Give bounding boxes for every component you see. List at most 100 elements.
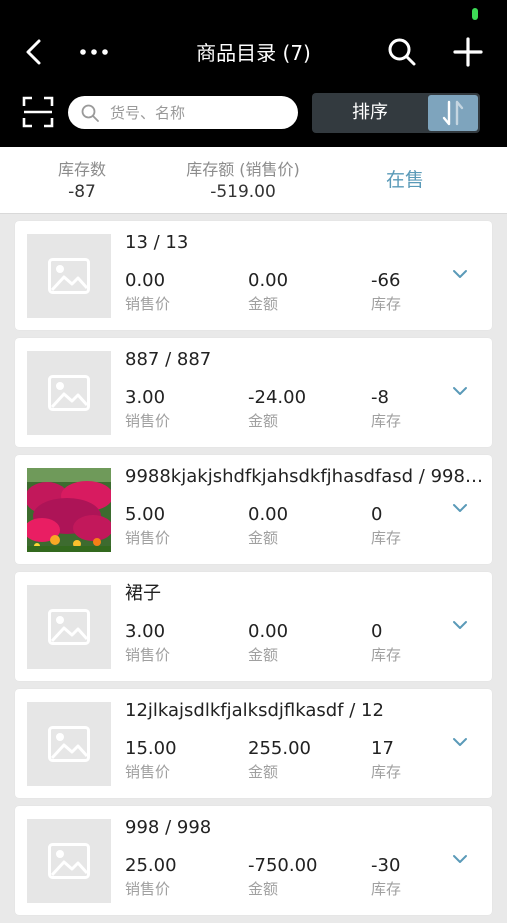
header-bar: 商品目录 (7) 排序 [0, 0, 507, 147]
image-placeholder-icon [48, 375, 90, 411]
sort-label[interactable]: 排序 [312, 93, 428, 133]
back-button[interactable] [14, 34, 54, 70]
chevron-down-icon[interactable] [451, 618, 469, 632]
amount-value: -24.00 [248, 387, 307, 408]
amount-label: 金额 [248, 646, 279, 664]
sale-price-value: 3.00 [125, 387, 166, 408]
amount: 0.00 金额 [248, 620, 288, 666]
stock-value: -66 [371, 270, 401, 291]
sort-arrows-icon [442, 100, 464, 126]
sale-price: 5.00 销售价 [125, 503, 170, 549]
plus-icon [453, 37, 483, 67]
amount-label: 金额 [248, 880, 279, 898]
stock-amount-value: -519.00 [210, 182, 276, 202]
stock: 0 库存 [371, 620, 401, 666]
product-thumbnail-placeholder [27, 351, 111, 435]
stock-label: 库存 [371, 529, 402, 547]
stock-label: 库存 [371, 880, 402, 898]
scan-icon [22, 96, 54, 128]
product-thumbnail-placeholder [27, 585, 111, 669]
stock-value: -8 [371, 387, 389, 408]
image-placeholder-icon [48, 609, 90, 645]
product-card[interactable]: 887 / 887 3.00 销售价 -24.00 金额 -8 库存 [15, 338, 492, 447]
sale-price: 15.00 销售价 [125, 737, 177, 783]
scan-button[interactable] [16, 92, 60, 132]
sale-price-value: 15.00 [125, 738, 177, 759]
product-card[interactable]: 998 / 998 25.00 销售价 -750.00 金额 -30 库存 [15, 806, 492, 915]
product-name: 12jlkajsdlkfjalksdjflkasdf / 12 [125, 700, 384, 721]
sale-price: 3.00 销售价 [125, 386, 170, 432]
product-thumbnail-placeholder [27, 702, 111, 786]
product-card[interactable]: 裙子 3.00 销售价 0.00 金额 0 库存 [15, 572, 492, 681]
stock: 0 库存 [371, 503, 401, 549]
product-thumbnail [27, 468, 111, 552]
battery-indicator [472, 8, 478, 20]
stock-value: 0 [371, 504, 383, 525]
stock-label: 库存 [371, 763, 402, 781]
sale-price-label: 销售价 [125, 763, 171, 781]
amount: -24.00 金额 [248, 386, 306, 432]
sale-price-value: 25.00 [125, 855, 177, 876]
product-card[interactable]: 12jlkajsdlkfjalksdjflkasdf / 12 15.00 销售价 2… [15, 689, 492, 798]
stock-value: 17 [371, 738, 394, 759]
product-card[interactable]: 13 / 13 0.00 销售价 0.00 金额 -66 库存 [15, 221, 492, 330]
sale-price-value: 3.00 [125, 621, 166, 642]
stock-count-value: -87 [68, 182, 96, 202]
sale-price-label: 销售价 [125, 295, 171, 313]
amount-value: 0.00 [248, 621, 289, 642]
image-placeholder-icon [48, 843, 90, 879]
stock-label: 库存 [371, 412, 402, 430]
search-input[interactable] [110, 103, 290, 122]
image-placeholder-icon [48, 258, 90, 294]
sale-price-label: 销售价 [125, 529, 171, 547]
chevron-down-icon[interactable] [451, 501, 469, 515]
stock: 17 库存 [371, 737, 401, 783]
more-button[interactable] [74, 34, 114, 70]
amount-value: 0.00 [248, 504, 289, 525]
stock-count-summary: 库存数 -87 [40, 159, 124, 203]
stock: -8 库存 [371, 386, 401, 432]
chevron-down-icon[interactable] [451, 852, 469, 866]
amount-value: 0.00 [248, 270, 289, 291]
stock-amount-summary: 库存额 (销售价) -519.00 [170, 159, 316, 203]
sort-control[interactable]: 排序 [312, 93, 480, 133]
chevron-down-icon[interactable] [451, 384, 469, 398]
sort-direction-toggle[interactable] [428, 95, 478, 131]
on-sale-filter[interactable]: 在售 [360, 167, 450, 193]
sale-price: 25.00 销售价 [125, 854, 177, 900]
stock: -30 库存 [371, 854, 401, 900]
sale-price-value: 0.00 [125, 270, 166, 291]
inventory-summary: 库存数 -87 库存额 (销售价) -519.00 在售 [0, 147, 507, 214]
chevron-left-icon [26, 39, 41, 65]
chevron-down-icon[interactable] [451, 267, 469, 281]
stock-value: -30 [371, 855, 401, 876]
product-thumbnail-placeholder [27, 234, 111, 318]
stock-count-label: 库存数 [57, 160, 106, 179]
product-card[interactable]: 9988kjakjshdfkjahsdkfjhasdfasd / 9988kja… [15, 455, 493, 564]
search-field[interactable] [68, 96, 298, 129]
stock-label: 库存 [371, 646, 402, 664]
flowers-photo [27, 468, 111, 552]
product-name: 887 / 887 [125, 349, 212, 370]
more-dots-icon [80, 49, 108, 55]
product-thumbnail-placeholder [27, 819, 111, 903]
amount: 0.00 金额 [248, 503, 288, 549]
search-button[interactable] [380, 32, 424, 72]
amount-label: 金额 [248, 295, 279, 313]
sale-price: 3.00 销售价 [125, 620, 170, 666]
stock: -66 库存 [371, 269, 401, 315]
amount: 255.00 金额 [248, 737, 311, 783]
product-name: 998 / 998 [125, 817, 212, 838]
stock-value: 0 [371, 621, 383, 642]
product-name: 9988kjakjshdfkjahsdkfjhasdfasd / 9988kja… [125, 466, 493, 487]
sale-price: 0.00 销售价 [125, 269, 170, 315]
chevron-down-icon[interactable] [451, 735, 469, 749]
add-button[interactable] [446, 32, 490, 72]
stock-label: 库存 [371, 295, 402, 313]
image-placeholder-icon [48, 726, 90, 762]
stock-amount-label: 库存额 (销售价) [186, 160, 300, 179]
sale-price-label: 销售价 [125, 646, 171, 664]
amount-value: 255.00 [248, 738, 311, 759]
search-icon [81, 104, 99, 122]
page-title: 商品目录 (7) [196, 41, 311, 65]
